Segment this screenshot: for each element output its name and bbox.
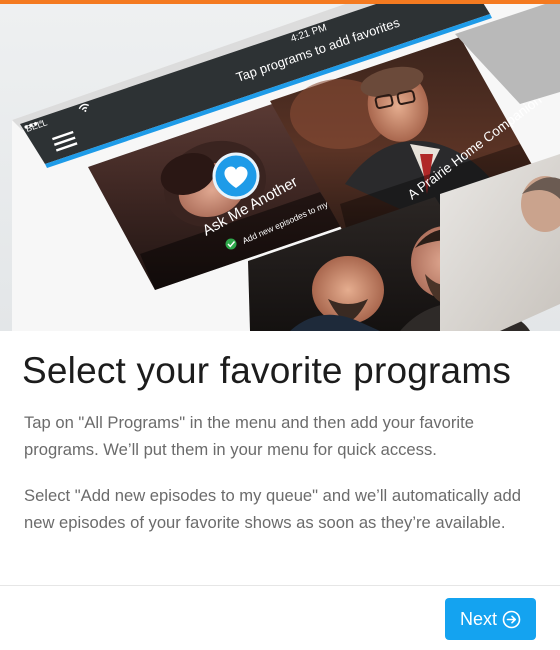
next-button[interactable]: Next xyxy=(445,598,536,640)
arrow-right-circle-icon xyxy=(502,610,521,629)
favorite-heart-icon[interactable] xyxy=(212,152,260,200)
hero-illustration: BELL 4:21 PM Tap programs to add favorit… xyxy=(0,4,560,331)
tablet-illustration: BELL 4:21 PM Tap programs to add favorit… xyxy=(12,4,560,331)
check-icon xyxy=(225,238,237,250)
page-title: Select your favorite programs xyxy=(22,350,512,391)
footer-divider xyxy=(0,585,560,586)
next-button-label: Next xyxy=(459,608,497,629)
instruction-paragraph-queue: Select "Add new episodes to my queue" an… xyxy=(24,486,521,532)
instruction-paragraph-favorites: Tap on "All Programs" in the menu and th… xyxy=(24,413,474,459)
